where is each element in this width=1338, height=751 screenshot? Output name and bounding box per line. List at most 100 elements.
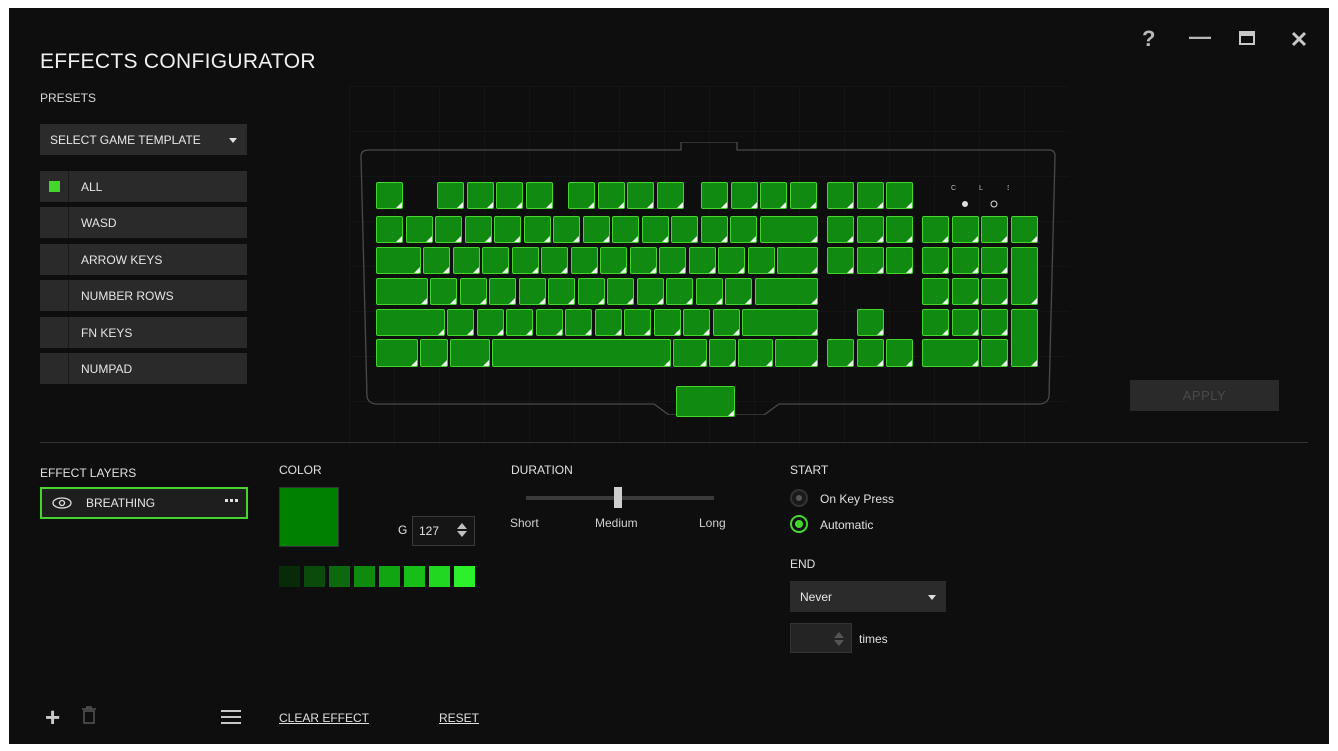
keyboard-key[interactable] [376, 339, 418, 367]
keyboard-key[interactable] [922, 309, 949, 336]
keyboard-key[interactable] [683, 309, 710, 336]
color-shade-swatch[interactable] [354, 566, 375, 587]
keyboard-key[interactable] [673, 339, 707, 367]
keyboard-key[interactable] [981, 247, 1008, 274]
keyboard-key[interactable] [951, 216, 979, 243]
keyboard-key[interactable] [688, 247, 716, 274]
keyboard-key[interactable] [695, 278, 723, 305]
start-automatic-radio[interactable] [790, 515, 808, 533]
eye-icon[interactable] [52, 497, 72, 509]
keyboard-key[interactable] [777, 247, 818, 274]
reset-link[interactable]: RESET [439, 711, 479, 725]
color-shade-swatch[interactable] [404, 566, 425, 587]
keyboard-key[interactable] [789, 182, 817, 209]
color-shade-swatch[interactable] [454, 566, 475, 587]
keyboard-key[interactable] [747, 247, 775, 274]
keyboard-key[interactable] [701, 182, 728, 209]
keyboard-key[interactable] [709, 339, 736, 367]
keyboard-key[interactable] [981, 309, 1008, 336]
keyboard-key[interactable] [922, 339, 979, 367]
keyboard-key[interactable] [666, 278, 693, 305]
maximize-icon[interactable] [1239, 31, 1255, 50]
clear-effect-link[interactable]: CLEAR EFFECT [279, 711, 369, 725]
keyboard-key[interactable] [725, 278, 752, 305]
keyboard-key[interactable] [755, 278, 818, 305]
preset-wasd-checkbox[interactable] [40, 207, 69, 238]
keyboard-key[interactable] [857, 309, 884, 336]
keyboard-key[interactable] [594, 309, 622, 336]
color-shade-swatch[interactable] [304, 566, 325, 587]
keyboard-key[interactable] [730, 182, 758, 209]
keyboard-key[interactable] [775, 339, 818, 367]
keyboard-key[interactable] [535, 309, 563, 336]
keyboard-key[interactable] [1010, 216, 1038, 243]
layer-breathing[interactable]: BREATHING [40, 487, 248, 519]
green-channel-input[interactable]: 127 [412, 516, 475, 546]
keyboard-key[interactable] [466, 182, 494, 209]
keyboard-key[interactable] [492, 339, 671, 367]
minimize-icon[interactable]: — [1189, 24, 1211, 50]
keyboard-key[interactable] [886, 339, 913, 367]
keyboard-key[interactable] [827, 216, 854, 243]
game-template-select[interactable]: SELECT GAME TEMPLATE [40, 124, 247, 155]
keyboard-key[interactable] [659, 247, 686, 274]
keyboard-key[interactable] [489, 278, 516, 305]
color-shade-swatch[interactable] [279, 566, 300, 587]
keyboard-key[interactable] [482, 247, 509, 274]
keyboard-key[interactable] [523, 216, 551, 243]
keyboard-key[interactable] [886, 247, 913, 274]
keyboard-key[interactable] [951, 247, 979, 274]
more-options-icon[interactable] [225, 499, 238, 502]
keyboard-key[interactable] [922, 216, 949, 243]
start-on-key-press-radio[interactable] [790, 489, 808, 507]
keyboard-key[interactable] [459, 278, 487, 305]
keyboard-key[interactable] [656, 182, 684, 209]
preset-arrow-keys[interactable]: ARROW KEYS [40, 244, 247, 275]
keyboard-key[interactable] [827, 339, 854, 367]
times-stepper[interactable] [834, 632, 844, 646]
keyboard-key[interactable] [607, 278, 634, 305]
keyboard-key[interactable] [376, 278, 428, 305]
keyboard-key[interactable] [676, 386, 735, 417]
keyboard-key[interactable] [565, 309, 592, 336]
keyboard-key[interactable] [541, 247, 568, 274]
preset-number-rows-checkbox[interactable] [40, 280, 69, 311]
keyboard-key[interactable] [636, 278, 664, 305]
keyboard-key[interactable] [827, 182, 854, 209]
preset-fn-keys[interactable]: FN KEYS [40, 317, 247, 348]
times-input[interactable] [790, 623, 852, 653]
keyboard-key[interactable] [430, 278, 457, 305]
preset-arrow-keys-checkbox[interactable] [40, 244, 69, 275]
keyboard-key[interactable] [760, 216, 818, 243]
keyboard-key[interactable] [437, 182, 464, 209]
apply-button[interactable]: APPLY [1130, 380, 1279, 411]
keyboard-key[interactable] [376, 309, 445, 336]
keyboard-key[interactable] [700, 216, 728, 243]
keyboard-key[interactable] [827, 247, 854, 274]
keyboard-key[interactable] [922, 247, 949, 274]
close-icon[interactable] [1291, 31, 1307, 52]
keyboard-key[interactable] [856, 182, 884, 209]
preset-all[interactable]: ALL [40, 171, 247, 202]
preset-wasd[interactable]: WASD [40, 207, 247, 238]
keyboard-key[interactable] [570, 247, 598, 274]
keyboard-key[interactable] [653, 309, 681, 336]
keyboard-key[interactable] [981, 278, 1008, 305]
end-select[interactable]: Never [790, 581, 946, 612]
duration-slider-thumb[interactable] [614, 487, 622, 508]
add-layer-icon[interactable]: + [45, 702, 60, 733]
keyboard-key[interactable] [718, 247, 745, 274]
preset-numpad[interactable]: NUMPAD [40, 353, 247, 384]
keyboard-key[interactable] [494, 216, 521, 243]
keyboard-key[interactable] [376, 216, 403, 243]
keyboard-key[interactable] [450, 339, 490, 367]
keyboard-key[interactable] [856, 216, 884, 243]
color-shade-swatch[interactable] [429, 566, 450, 587]
keyboard-key[interactable] [671, 216, 698, 243]
keyboard-key[interactable] [1010, 309, 1038, 367]
keyboard-key[interactable] [376, 247, 421, 274]
keyboard-key[interactable] [582, 216, 610, 243]
keyboard-key[interactable] [376, 182, 403, 209]
keyboard-key[interactable] [856, 247, 884, 274]
keyboard-key[interactable] [981, 339, 1008, 367]
